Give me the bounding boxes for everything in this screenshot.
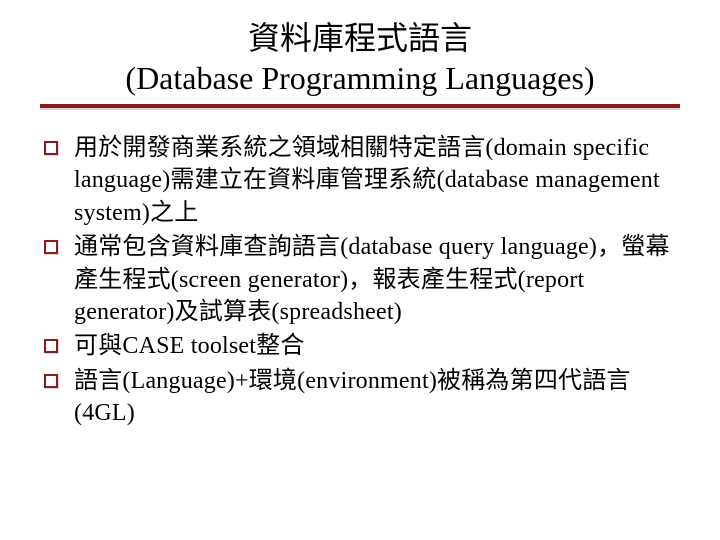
square-bullet-icon [44,240,58,254]
list-item: 可與CASE toolset整合 [44,330,680,362]
square-bullet-icon [44,339,58,353]
title-underline [40,104,680,108]
bullet-text: 通常包含資料庫查詢語言(database query language)，螢幕產… [74,231,680,328]
square-bullet-icon [44,374,58,388]
bullet-text: 可與CASE toolset整合 [74,330,680,362]
list-item: 用於開發商業系統之領域相關特定語言(domain specific langua… [44,132,680,229]
title-line-2: (Database Programming Languages) [40,58,680,98]
title-line-1: 資料庫程式語言 [40,18,680,58]
bullet-text: 用於開發商業系統之領域相關特定語言(domain specific langua… [74,132,680,229]
list-item: 語言(Language)+環境(environment)被稱為第四代語言(4GL… [44,365,680,430]
square-bullet-icon [44,141,58,155]
bullet-text: 語言(Language)+環境(environment)被稱為第四代語言(4GL… [74,365,680,430]
bullet-list: 用於開發商業系統之領域相關特定語言(domain specific langua… [40,132,680,430]
slide-title: 資料庫程式語言 (Database Programming Languages) [40,18,680,98]
list-item: 通常包含資料庫查詢語言(database query language)，螢幕產… [44,231,680,328]
